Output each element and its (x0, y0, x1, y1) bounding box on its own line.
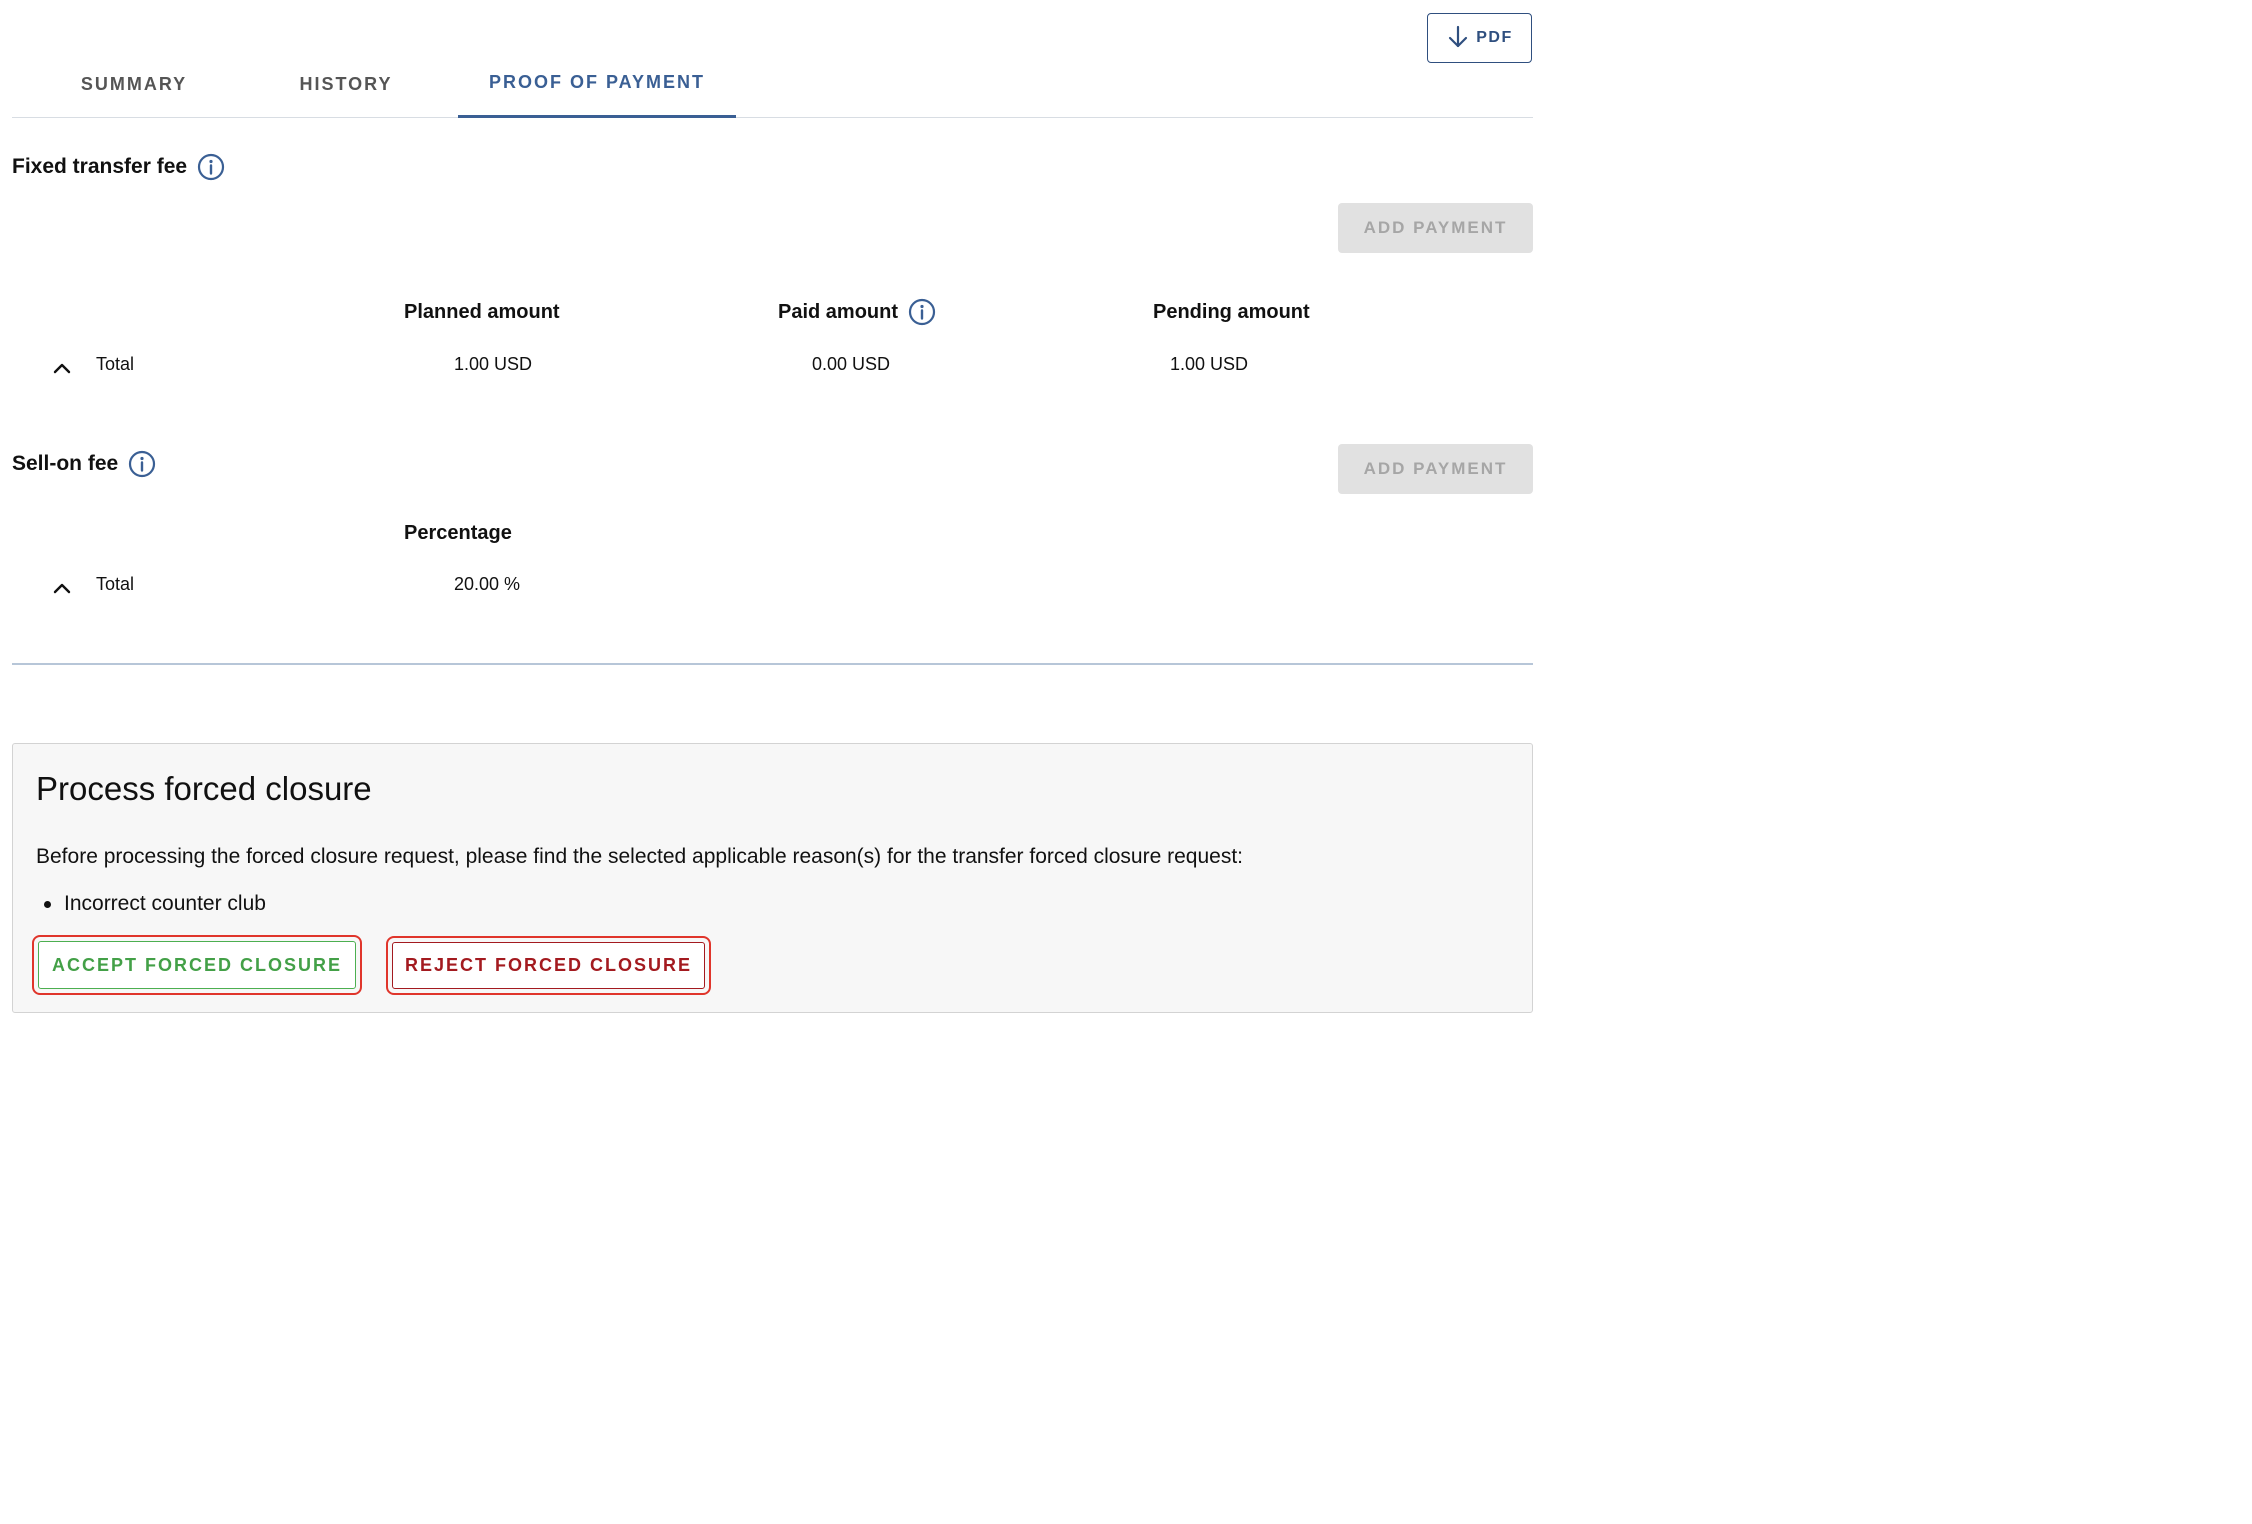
sell-on-row-label: Total (96, 574, 135, 594)
paid-amount-label: Paid amount (778, 300, 899, 323)
reason-text: Incorrect counter club (64, 892, 266, 915)
tab-history[interactable]: HISTORY (240, 50, 452, 118)
fixed-transfer-fee-title: Fixed transfer fee (12, 155, 188, 178)
pdf-label: PDF (1476, 29, 1513, 46)
pending-amount-header: Pending amount (1153, 301, 1310, 324)
fixed-fee-row-label: Total (96, 354, 135, 374)
planned-amount-value: 1.00 USD (454, 354, 533, 374)
fixed-transfer-fee-heading: Fixed transfer fee (12, 153, 225, 181)
info-icon[interactable] (197, 153, 225, 181)
info-icon[interactable] (128, 450, 156, 478)
planned-amount-header: Planned amount (404, 301, 560, 324)
add-payment-button-fixed[interactable]: ADD PAYMENT (1338, 203, 1533, 253)
bullet-icon (44, 900, 51, 908)
pending-amount-label: Pending amount (1153, 301, 1310, 323)
info-icon[interactable] (908, 298, 936, 326)
accept-forced-closure-button[interactable]: ACCEPT FORCED CLOSURE (38, 941, 356, 989)
add-payment-button-sell-on[interactable]: ADD PAYMENT (1338, 444, 1533, 494)
planned-amount-label: Planned amount (404, 301, 560, 323)
percentage-label: Percentage (404, 522, 512, 544)
accept-highlight: ACCEPT FORCED CLOSURE (32, 935, 362, 995)
percentage-value: 20.00 % (454, 574, 521, 594)
forced-closure-title: Process forced closure (36, 770, 372, 807)
section-divider (12, 663, 1533, 665)
reason-list-item: Incorrect counter club (36, 892, 266, 916)
pending-amount-value: 1.00 USD (1170, 354, 1249, 374)
paid-amount-value: 0.00 USD (812, 354, 891, 374)
reject-highlight: REJECT FORCED CLOSURE (386, 936, 711, 995)
arrow-down-icon (1449, 25, 1468, 48)
paid-amount-header: Paid amount (778, 298, 936, 326)
sell-on-fee-heading: Sell-on fee (12, 450, 156, 478)
tab-proof-of-payment[interactable]: PROOF OF PAYMENT (458, 50, 736, 118)
tab-bar: SUMMARY HISTORY PROOF OF PAYMENT (12, 50, 1533, 118)
chevron-up-icon[interactable] (51, 357, 73, 379)
sell-on-fee-title: Sell-on fee (12, 452, 119, 475)
forced-closure-description: Before processing the forced closure req… (36, 845, 1243, 868)
forced-closure-panel: Process forced closure Before processing… (12, 743, 1533, 1013)
reject-forced-closure-button[interactable]: REJECT FORCED CLOSURE (392, 942, 705, 989)
percentage-header: Percentage (404, 522, 512, 545)
chevron-up-icon[interactable] (51, 577, 73, 599)
tab-summary[interactable]: SUMMARY (24, 50, 244, 118)
